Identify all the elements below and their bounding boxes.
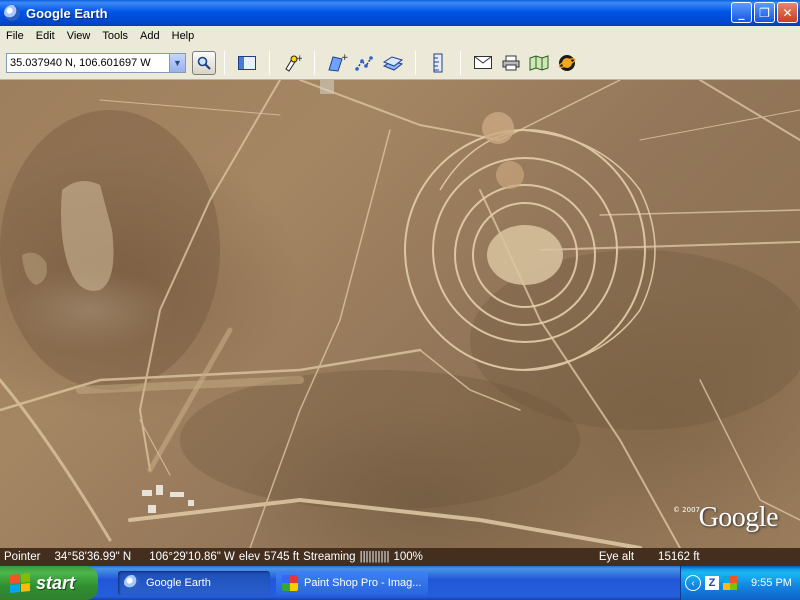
view-in-maps-button[interactable] (528, 52, 550, 74)
taskbar: start Google Earth Paint Shop Pro - Imag… (0, 566, 800, 600)
add-polygon-button[interactable]: + (326, 52, 348, 74)
maximize-button[interactable]: ❐ (754, 2, 775, 23)
windows-logo-icon (10, 572, 30, 594)
chevron-left-icon[interactable]: ‹ (685, 575, 701, 591)
elevation-label: elev (238, 551, 260, 563)
clock[interactable]: 9:55 PM (751, 577, 792, 589)
toolbar-separator (415, 50, 416, 75)
coordinates-value: 35.037940 N, 106.601697 W (10, 56, 151, 69)
toolbar-separator (460, 50, 461, 75)
email-button[interactable] (472, 52, 494, 74)
map-copyright: © 2007 (672, 506, 700, 514)
svg-text:+: + (296, 54, 302, 64)
pointer-latitude: 34°58'36.99" N (54, 551, 132, 563)
zonealarm-icon[interactable]: Z (705, 576, 719, 590)
toolbar-separator (269, 50, 270, 75)
menu-tools[interactable]: Tools (96, 30, 134, 42)
menu-bar: File Edit View Tools Add Help (0, 26, 800, 46)
menu-help[interactable]: Help (166, 30, 201, 42)
taskbar-item-label: Paint Shop Pro - Imag... (304, 577, 422, 589)
placemark-icon: + (285, 54, 302, 72)
email-icon (474, 56, 492, 69)
start-button[interactable]: start (0, 566, 98, 600)
svg-text:+: + (341, 53, 348, 63)
menu-view[interactable]: View (61, 30, 97, 42)
path-icon (355, 55, 373, 71)
menu-add[interactable]: Add (134, 30, 166, 42)
sidebar-icon (238, 55, 256, 70)
toolbar: 35.037940 N, 106.601697 W ▼ + + (0, 46, 800, 80)
ruler-icon (433, 53, 443, 72)
pointer-label: Pointer (4, 551, 41, 563)
ruler-button[interactable] (427, 52, 449, 74)
minimize-button[interactable]: _ (731, 2, 752, 23)
system-tray: ‹ Z 9:55 PM (680, 566, 800, 600)
sky-icon (558, 54, 576, 71)
polygon-icon: + (328, 53, 348, 72)
window-title: Google Earth (26, 5, 108, 21)
google-earth-icon (124, 575, 140, 591)
taskbar-item-paint-shop-pro[interactable]: Paint Shop Pro - Imag... (276, 571, 428, 595)
start-label: start (36, 572, 76, 593)
windows-flag-icon[interactable] (723, 576, 737, 590)
satellite-imagery (0, 80, 800, 548)
taskbar-item-label: Google Earth (146, 577, 211, 589)
streaming-bars: |||||||||| (359, 551, 390, 563)
pointer-longitude: 106°29'10.86" W (149, 551, 235, 563)
search-icon (197, 56, 211, 70)
add-path-button[interactable] (354, 52, 376, 74)
menu-file[interactable]: File (0, 30, 30, 42)
close-button[interactable]: ✕ (777, 2, 798, 23)
elevation-value: 5745 ft (263, 551, 300, 563)
eye-altitude-label: Eye alt (598, 551, 635, 563)
add-image-overlay-button[interactable] (382, 52, 404, 74)
paint-shop-pro-icon (282, 575, 298, 591)
sky-button[interactable] (556, 52, 578, 74)
coordinates-search-input[interactable]: 35.037940 N, 106.601697 W ▼ (6, 52, 186, 73)
toolbar-separator (314, 50, 315, 75)
map-view[interactable]: © 2007 Google (0, 80, 800, 548)
toolbar-separator (224, 50, 225, 75)
streaming-percent: 100% (393, 551, 423, 563)
print-icon (502, 55, 520, 70)
chevron-down-icon[interactable]: ▼ (169, 53, 185, 72)
taskbar-item-google-earth[interactable]: Google Earth (118, 571, 270, 595)
eye-altitude-value: 15162 ft (658, 551, 700, 563)
menu-edit[interactable]: Edit (30, 30, 61, 42)
maps-icon (529, 54, 549, 71)
sidebar-toggle-button[interactable] (236, 52, 258, 74)
search-button[interactable] (192, 50, 216, 75)
image-overlay-icon (382, 55, 404, 71)
print-button[interactable] (500, 52, 522, 74)
google-earth-icon (4, 5, 20, 21)
status-bar: Pointer 34°58'36.99" N 106°29'10.86" W e… (0, 548, 800, 566)
streaming-label: Streaming (303, 551, 356, 563)
google-logo: Google (698, 502, 779, 533)
window-titlebar[interactable]: Google Earth _ ❐ ✕ (0, 0, 800, 26)
add-placemark-button[interactable]: + (281, 52, 303, 74)
